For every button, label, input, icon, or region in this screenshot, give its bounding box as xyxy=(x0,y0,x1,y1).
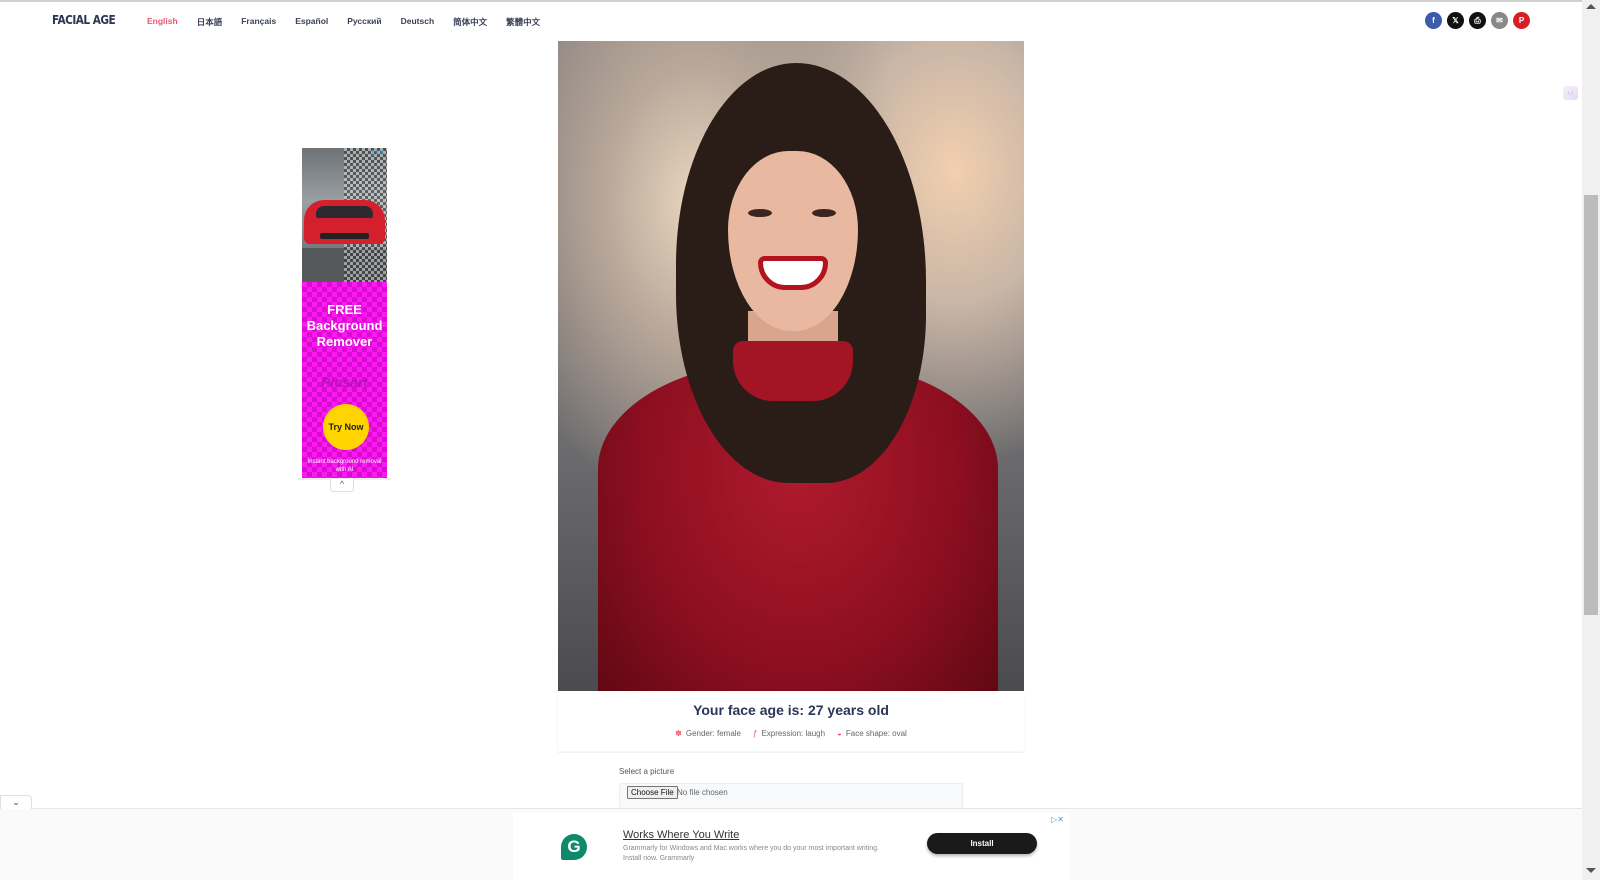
ad-promo-panel: FREE Background Remover Picsart Try Now … xyxy=(302,282,387,478)
ad-choices-icon[interactable]: ▷✕ xyxy=(1051,815,1064,824)
gender-icon: ✽ xyxy=(675,729,682,738)
bottom-ad-title[interactable]: Works Where You Write xyxy=(623,829,739,841)
file-input[interactable]: Choose File No file chosen xyxy=(619,783,963,809)
expression-icon: ƒ xyxy=(753,729,758,738)
print-icon[interactable]: ⎙ xyxy=(1469,12,1486,29)
attribute-expression: ƒ Expression: laugh xyxy=(753,729,826,738)
social-share-bar: f 𝕏 ⎙ ✉ P xyxy=(1425,12,1530,29)
vertical-scrollbar[interactable] xyxy=(1582,0,1600,880)
bottom-ad[interactable]: G Works Where You Write Grammarly for Wi… xyxy=(513,813,1070,880)
attribute-gender: ✽ Gender: female xyxy=(675,729,741,738)
uploaded-photo xyxy=(558,41,1024,691)
attribute-face-shape: ◒ Face shape: oval xyxy=(837,729,907,738)
scroll-down-arrow-icon[interactable] xyxy=(1586,868,1596,873)
ad-choices-icon[interactable]: ▷✕ xyxy=(372,148,385,157)
lang-russian[interactable]: Русский xyxy=(347,16,381,28)
ad-headline: FREE Background Remover xyxy=(306,302,383,349)
lang-german[interactable]: Deutsch xyxy=(401,16,435,28)
floating-widget-icon[interactable]: ›_‹ xyxy=(1563,86,1578,100)
pinterest-icon[interactable]: P xyxy=(1513,12,1530,29)
side-ad-collapse-button[interactable]: ^ xyxy=(330,479,354,492)
email-icon[interactable]: ✉ xyxy=(1491,12,1508,29)
bottom-ad-description: Grammarly for Windows and Mac works wher… xyxy=(623,845,879,862)
lang-japanese[interactable]: 日本語 xyxy=(197,16,223,28)
facebook-icon[interactable]: f xyxy=(1425,12,1442,29)
select-picture-label: Select a picture xyxy=(619,767,675,776)
choose-file-button[interactable]: Choose File xyxy=(627,786,678,799)
face-age-result: Your face age is: 27 years old xyxy=(693,702,889,718)
install-button[interactable]: Install xyxy=(927,833,1037,854)
grammarly-logo-icon: G xyxy=(561,834,587,860)
ad-try-now-button[interactable]: Try Now xyxy=(323,404,369,450)
scroll-up-arrow-icon[interactable] xyxy=(1586,4,1596,9)
x-twitter-icon[interactable]: 𝕏 xyxy=(1447,12,1464,29)
ad-caption: Instant background removal with AI xyxy=(307,459,382,473)
lang-simplified-chinese[interactable]: 简体中文 xyxy=(453,16,487,28)
top-border xyxy=(0,0,1600,2)
site-logo[interactable]: FACIAL AGE xyxy=(52,13,116,27)
upload-form: Select a picture Choose File No file cho… xyxy=(558,752,1024,812)
result-card: Your face age is: 27 years old ✽ Gender:… xyxy=(558,691,1024,751)
ad-car-image xyxy=(302,148,387,282)
file-status: No file chosen xyxy=(677,788,728,797)
face-shape-icon: ◒ xyxy=(837,729,842,738)
face-attributes: ✽ Gender: female ƒ Expression: laugh ◒ F… xyxy=(558,729,1024,738)
language-nav: English 日本語 Français Español Русский Deu… xyxy=(147,16,559,28)
lang-spanish[interactable]: Español xyxy=(295,16,328,28)
lang-traditional-chinese[interactable]: 繁體中文 xyxy=(506,16,540,28)
scrollbar-thumb[interactable] xyxy=(1584,195,1598,615)
ad-brand: Picsart xyxy=(321,374,368,390)
bottom-ad-collapse-button[interactable]: ⌄ xyxy=(0,795,32,809)
lang-english[interactable]: English xyxy=(147,16,178,28)
side-ad[interactable]: ▷✕ FREE Background Remover Picsart Try N… xyxy=(302,148,387,478)
lang-french[interactable]: Français xyxy=(241,16,276,28)
